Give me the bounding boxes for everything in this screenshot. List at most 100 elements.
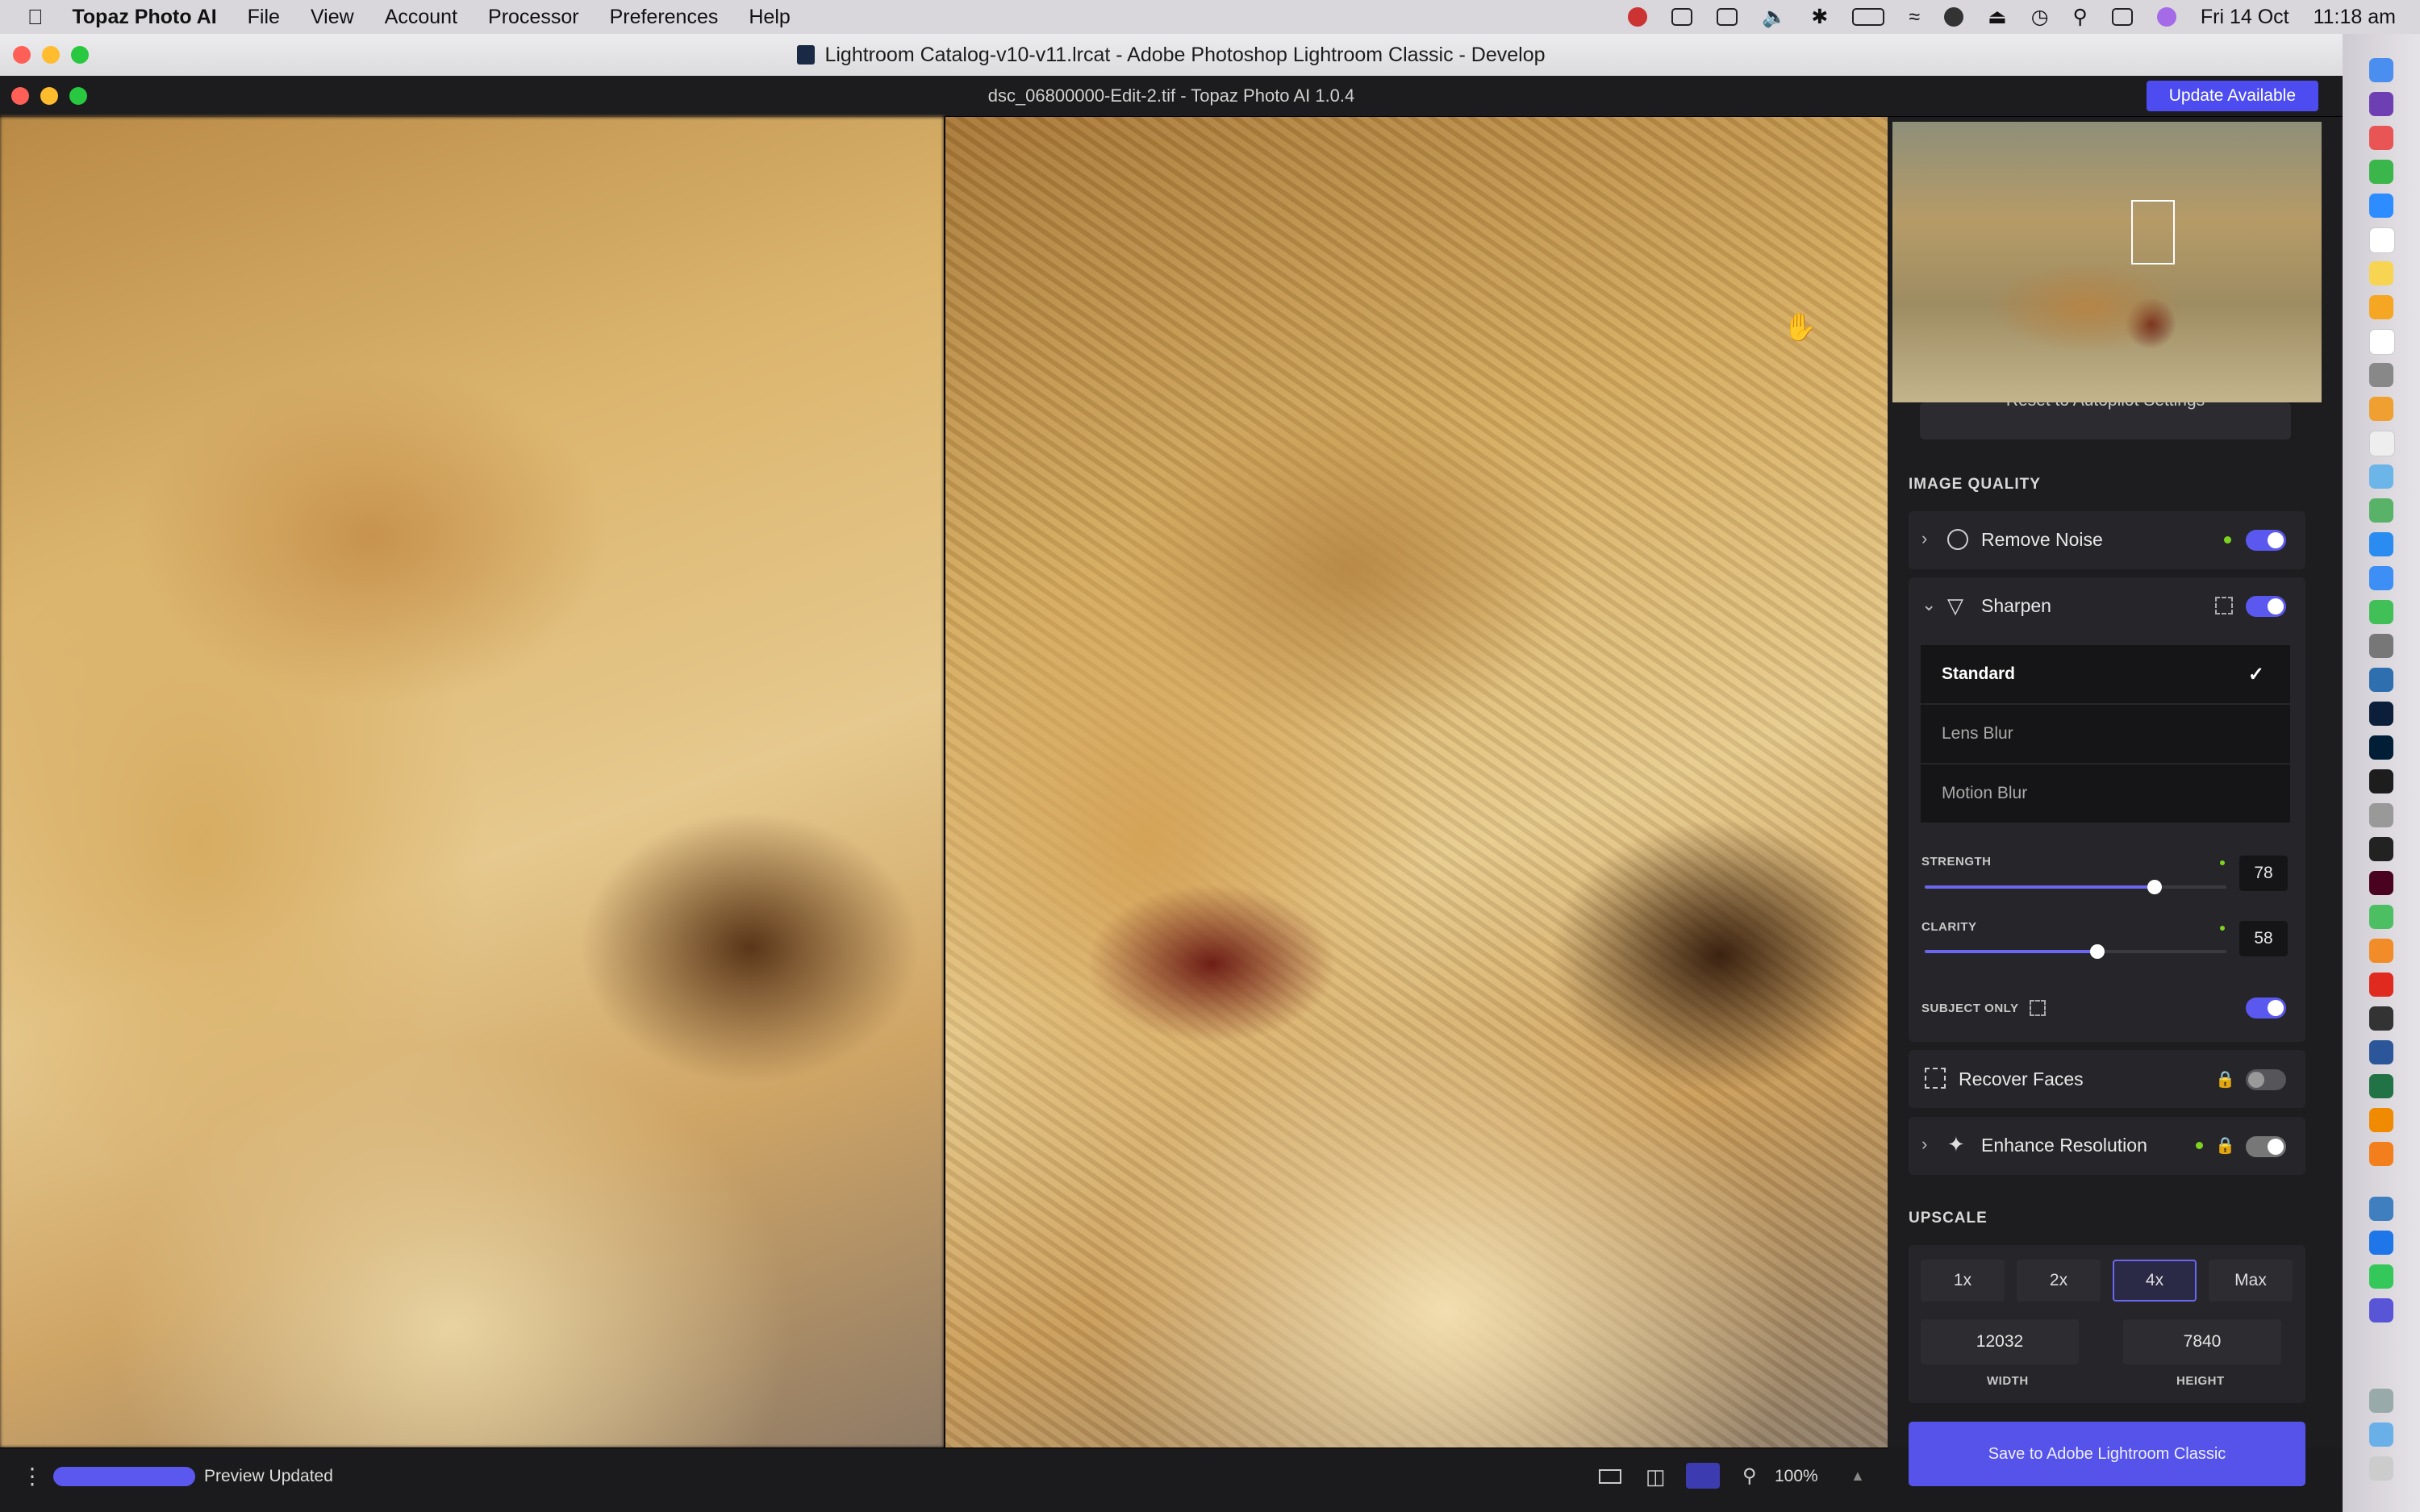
display-icon[interactable] (1717, 8, 1738, 26)
clock-icon[interactable]: ◷ (2031, 5, 2049, 29)
battery-icon[interactable] (1852, 8, 1885, 26)
more-options-icon[interactable]: ⋮ (21, 1463, 44, 1489)
photos-dock-icon[interactable] (2369, 295, 2393, 319)
zoom-level[interactable]: 100% (1775, 1467, 1818, 1486)
menu-file[interactable]: File (248, 6, 280, 29)
window-icon[interactable] (1671, 8, 1693, 26)
appstore-dock-icon[interactable] (2369, 1231, 2393, 1255)
vlc-dock-icon[interactable] (2369, 1108, 2393, 1132)
word-dock-icon[interactable] (2369, 1040, 2393, 1064)
split-view-icon[interactable]: ◫ (1646, 1464, 1666, 1489)
zoom-icon[interactable]: ⚲ (1742, 1464, 1757, 1488)
notes-dock-icon[interactable] (2369, 261, 2393, 285)
indesign-dock-icon[interactable] (2369, 871, 2393, 895)
menu-account[interactable]: Account (385, 6, 457, 29)
browser-dock-icon[interactable] (2369, 634, 2393, 658)
menu-processor[interactable]: Processor (488, 6, 579, 29)
upscale-max-button[interactable]: Max (2209, 1260, 2293, 1302)
photoshop-dock-icon[interactable] (2369, 735, 2393, 760)
messages-dock-icon[interactable] (2369, 1264, 2393, 1289)
chevron-right-icon[interactable]: › (1921, 528, 1927, 549)
calendar-dock-icon[interactable] (2369, 227, 2395, 253)
safari-dock-icon[interactable] (2369, 532, 2393, 556)
apple-logo-icon[interactable]:  (27, 5, 44, 30)
processed-image-pane[interactable] (945, 117, 1888, 1447)
bluetooth-icon[interactable]: ✱ (1811, 5, 1828, 29)
system-dock-icon[interactable] (2369, 363, 2393, 387)
width-field[interactable]: 12032 (1921, 1319, 2079, 1364)
wifi-icon[interactable]: ≈ (1909, 6, 1920, 29)
bridge-dock-icon[interactable] (2369, 769, 2393, 793)
launchpad-dock-icon[interactable] (2369, 126, 2393, 150)
enhance-resolution-toggle[interactable] (2246, 1136, 2286, 1157)
close-window-icon[interactable] (13, 46, 31, 64)
model-option-lens-blur[interactable]: Lens Blur (1921, 705, 2290, 763)
save-to-lightroom-button[interactable]: Save to Adobe Lightroom Classic (1909, 1422, 2305, 1486)
navigator-viewport-box[interactable] (2131, 200, 2175, 264)
finder-dock-icon[interactable] (2369, 58, 2393, 82)
eject-icon[interactable]: ⏏ (1988, 5, 2007, 29)
findmy-dock-icon[interactable] (2369, 600, 2393, 624)
topaz-close-icon[interactable] (11, 87, 29, 105)
menubar-date[interactable]: Fri 14 Oct (2201, 6, 2289, 29)
volume-icon[interactable]: 🔈 (1762, 6, 1787, 29)
recover-faces-toggle[interactable] (2246, 1069, 2286, 1090)
zoom-window-icon[interactable] (71, 46, 89, 64)
zoom-dock-icon[interactable] (2369, 194, 2393, 218)
chevron-down-icon[interactable]: ⌄ (1921, 594, 1936, 615)
menubar-time[interactable]: 11:18 am (2314, 6, 2396, 29)
upscale-1x-button[interactable]: 1x (1921, 1260, 2005, 1302)
brush-dock-icon[interactable] (2369, 1006, 2393, 1031)
upscale-4x-button[interactable]: 4x (2113, 1260, 2197, 1302)
upscale-2x-button[interactable]: 2x (2017, 1260, 2101, 1302)
menu-preferences[interactable]: Preferences (610, 6, 719, 29)
facetime-dock-icon[interactable] (2369, 160, 2393, 184)
preview-dock-icon[interactable] (2369, 464, 2393, 489)
chevron-right-icon[interactable]: › (1921, 1134, 1927, 1155)
pages-dock-icon[interactable] (2369, 397, 2393, 421)
menu-app-name[interactable]: Topaz Photo AI (73, 6, 217, 29)
media-dock-icon[interactable] (2369, 837, 2393, 861)
siri-icon[interactable] (2156, 7, 2176, 27)
height-field[interactable]: 7840 (2123, 1319, 2281, 1364)
model-option-motion-blur[interactable]: Motion Blur (1921, 764, 2290, 823)
sharpen-toggle[interactable] (2246, 596, 2286, 617)
strength-slider-thumb[interactable] (2147, 880, 2162, 894)
acrobat-dock-icon[interactable] (2369, 973, 2393, 997)
single-view-icon[interactable] (1599, 1469, 1621, 1484)
menu-view[interactable]: View (311, 6, 354, 29)
vpn-dock-icon[interactable] (2369, 1298, 2393, 1322)
app-green-dock-icon[interactable] (2369, 905, 2393, 929)
reminders-dock-icon[interactable] (2369, 329, 2395, 355)
network-dock-icon[interactable] (2369, 668, 2393, 692)
clarity-slider-thumb[interactable] (2090, 944, 2105, 959)
strength-value-field[interactable]: 78 (2239, 856, 2288, 891)
textedit-dock-icon[interactable] (2369, 431, 2395, 456)
minimize-window-icon[interactable] (42, 46, 60, 64)
user-icon[interactable] (1944, 7, 1964, 27)
zoom-menu-caret-icon[interactable]: ▲ (1850, 1468, 1865, 1485)
topaz-zoom-icon[interactable] (69, 87, 87, 105)
folder-dock-icon[interactable] (2369, 1422, 2393, 1447)
original-image-pane[interactable] (0, 117, 944, 1447)
creative-cloud-icon[interactable] (1628, 7, 1648, 27)
trash-dock-icon[interactable] (2369, 1456, 2393, 1481)
network-utility-dock-icon[interactable] (2369, 1197, 2393, 1221)
side-by-side-view-icon[interactable] (1686, 1463, 1720, 1489)
update-available-button[interactable]: Update Available (2146, 81, 2318, 111)
downloads-dock-icon[interactable] (2369, 1389, 2393, 1413)
topaz-minimize-icon[interactable] (40, 87, 58, 105)
subject-detect-icon[interactable] (2215, 597, 2233, 614)
model-option-standard[interactable]: Standard ✓ (1921, 645, 2290, 703)
menu-help[interactable]: Help (749, 6, 790, 29)
lightroom-classic-dock-icon[interactable] (2369, 702, 2393, 726)
compare-divider[interactable] (944, 117, 945, 1447)
control-center-icon[interactable] (2111, 8, 2133, 26)
subject-only-toggle[interactable] (2246, 998, 2286, 1018)
clarity-value-field[interactable]: 58 (2239, 921, 2288, 956)
app-orange-dock-icon[interactable] (2369, 939, 2393, 963)
navigator-thumbnail[interactable] (1892, 122, 2322, 402)
excel-dock-icon[interactable] (2369, 1074, 2393, 1098)
settings-dock-icon[interactable] (2369, 803, 2393, 827)
reset-autopilot-button[interactable]: Reset to Autopilot Settings (1920, 402, 2291, 439)
